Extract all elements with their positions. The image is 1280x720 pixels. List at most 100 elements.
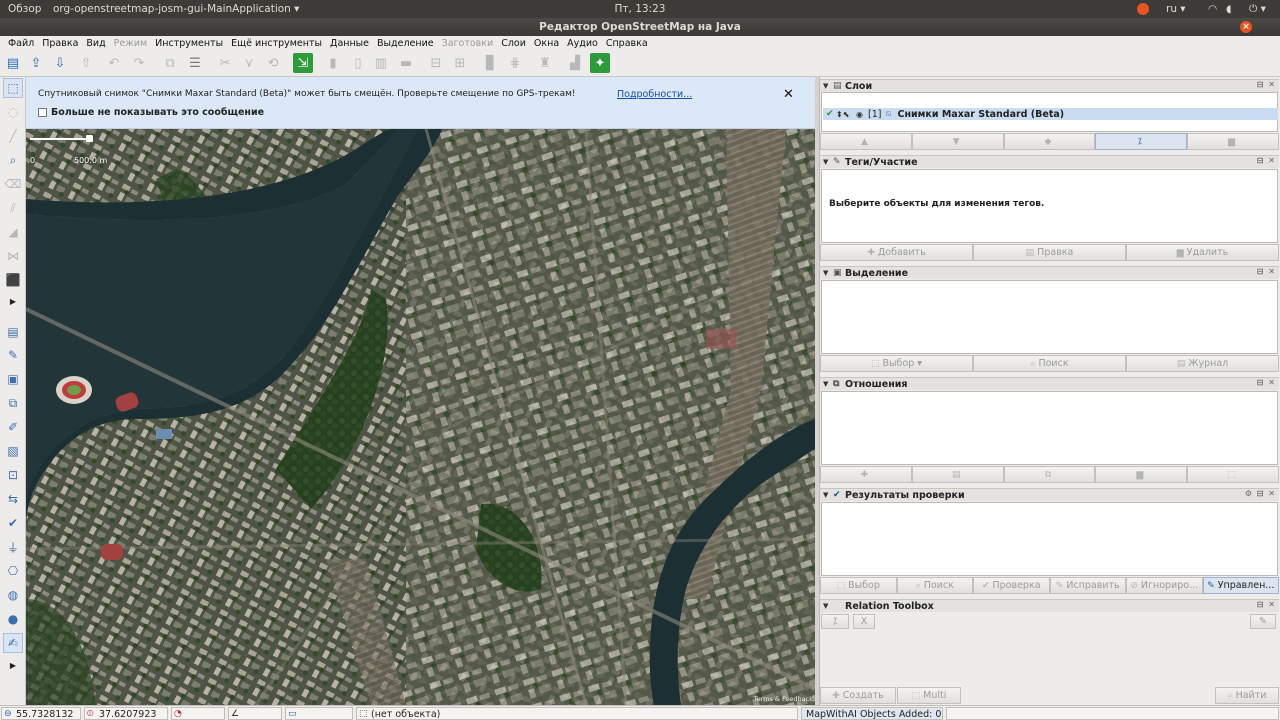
download-icon[interactable]: ⇩ (50, 53, 70, 73)
layers-button-1[interactable]: ▼ (911, 133, 1004, 150)
relation-toolbox-header[interactable]: ▼ Relation Toolbox ⊟ ✕ (820, 599, 1279, 612)
grid-icon[interactable]: ⋕ (505, 53, 525, 73)
layers-panel-header[interactable]: ▼ ▤ Слои ⊟ ✕ (820, 79, 1279, 92)
menu-item-7[interactable]: Выделение (373, 38, 438, 49)
menu-item-4[interactable]: Инструменты (151, 38, 227, 49)
reverse-way-icon[interactable]: ⟲ (263, 53, 283, 73)
volume-icon[interactable]: ◖ (1226, 0, 1232, 18)
toolbox-sort-button[interactable]: ⁒ (821, 614, 849, 629)
layer-active-icon[interactable]: ⬍⬉ (836, 110, 856, 119)
history-toggle-icon[interactable]: ✐ (3, 417, 23, 437)
validation-button-1[interactable]: ⌕ Поиск (896, 577, 973, 594)
selection-button-2[interactable]: ▤ Журнал (1126, 355, 1279, 372)
menu-item-6[interactable]: Данные (326, 38, 373, 49)
layer-opacity-icon[interactable]: ◉ (856, 110, 868, 119)
castle-icon[interactable]: ♜ (535, 53, 555, 73)
tags-button-1[interactable]: ▤ Правка (973, 244, 1126, 261)
tags-button-2[interactable]: ▆ Удалить (1126, 244, 1279, 261)
window-close-button[interactable]: × (1240, 21, 1252, 33)
selection-toggle-icon[interactable]: ▣ (3, 369, 23, 389)
panel-controls-icon[interactable]: ⊟ ✕ (1257, 378, 1276, 387)
collapse-triangle-icon[interactable]: ▼ (823, 158, 833, 166)
app-menu-button[interactable]: org-openstreetmap-josm-gui-MainApplicati… (53, 0, 299, 18)
activities-button[interactable]: Обзор (8, 0, 41, 18)
relations-list[interactable] (821, 391, 1278, 465)
menu-item-0[interactable]: Файл (4, 38, 38, 49)
layer-visible-check-icon[interactable]: ✔ (826, 109, 836, 119)
menu-item-2[interactable]: Вид (82, 38, 109, 49)
heading-field[interactable]: ◔ (171, 707, 225, 720)
checkbox-box[interactable] (38, 108, 47, 117)
gift-toggle-icon[interactable]: ⎔ (3, 561, 23, 581)
menu-item-10[interactable]: Окна (530, 38, 563, 49)
toolbox-find-button[interactable]: ⌕ Найти (1215, 687, 1279, 704)
details-link[interactable]: Подробности... (617, 89, 692, 100)
collapse-triangle-icon[interactable]: ▼ (823, 82, 833, 90)
select-tool-icon[interactable]: ⬚ (3, 78, 23, 98)
tram-icon[interactable]: ⊞ (450, 53, 470, 73)
undo-icon[interactable]: ↶ (104, 53, 124, 73)
toolbox-edit-button[interactable]: ✎ (1250, 614, 1276, 629)
validation-button-2[interactable]: ✔ Проверка (973, 577, 1050, 594)
validation-button-0[interactable]: ⬚ Выбор (820, 577, 897, 594)
validation-button-4[interactable]: ⊘ Игнориро... (1126, 577, 1203, 594)
panel-controls-icon[interactable]: ⊟ ✕ (1257, 156, 1276, 165)
draw-tool-icon[interactable]: ╱ (3, 126, 23, 146)
collapse-triangle-icon[interactable]: ▼ (823, 602, 833, 610)
open-file-icon[interactable]: ▤ (3, 53, 23, 73)
expand-tools-arrow-icon[interactable]: ▶ (3, 295, 23, 307)
chart-icon[interactable]: ▟ (565, 53, 585, 73)
toolbox-clear-button[interactable]: X (853, 614, 875, 629)
panel-controls-icon[interactable]: ⚙ ⊟ ✕ (1245, 489, 1276, 498)
zoom-slider-knob[interactable] (86, 135, 93, 142)
power-icon[interactable]: ⏻ ▾ (1249, 0, 1266, 18)
extrude-tool-icon[interactable]: ◢ (3, 222, 23, 242)
notification-close-icon[interactable]: ✕ (783, 87, 794, 102)
language-selector[interactable]: ru ▾ (1166, 0, 1186, 18)
validation-panel-header[interactable]: ▼ ✔ Результаты проверки ⚙ ⊟ ✕ (820, 488, 1279, 501)
preferences-icon[interactable]: ☰ (185, 53, 205, 73)
relations-button-0[interactable]: ✚ (820, 466, 912, 483)
lasso-tool-icon[interactable]: ◌ (3, 102, 23, 122)
clock-label[interactable]: Пт, 13:23 (615, 3, 666, 15)
conflict-toggle-icon[interactable]: ⇆ (3, 489, 23, 509)
validation-button-5[interactable]: ✎ Управлен... (1202, 577, 1279, 594)
building-tool-icon[interactable]: ⬛ (3, 270, 23, 290)
panel-controls-icon[interactable]: ⊟ ✕ (1257, 80, 1276, 89)
menu-item-1[interactable]: Правка (38, 38, 82, 49)
panel-controls-icon[interactable]: ⊟ ✕ (1257, 267, 1276, 276)
toolbox-multi-button[interactable]: ⬚ Multi (897, 687, 961, 704)
relations-button-4[interactable]: ⬚ (1187, 466, 1279, 483)
download-along-icon[interactable]: ⇲ (293, 53, 313, 73)
validation-button-3[interactable]: ✎ Исправить (1049, 577, 1126, 594)
menu-item-3[interactable]: Режим (110, 38, 151, 49)
longitude-field[interactable]: ⦶ 37.6207923 (84, 707, 168, 720)
relations-button-1[interactable]: ▤ (911, 466, 1004, 483)
imagery-attribution-link[interactable]: Terms & Feedback (754, 695, 813, 703)
menu-item-12[interactable]: Справка (602, 38, 652, 49)
parallel-tool-icon[interactable]: ⫽ (3, 198, 23, 218)
layers-button-2[interactable]: ◆ (1003, 133, 1096, 150)
align-circle-icon[interactable]: ▯ (348, 53, 368, 73)
copy-icon[interactable]: ⧉ (160, 53, 180, 73)
collapse-triangle-icon[interactable]: ▼ (823, 269, 833, 277)
orthogonalize-icon[interactable]: ▥ (371, 53, 391, 73)
bus-icon[interactable]: ⊟ (426, 53, 446, 73)
layers-toggle-icon[interactable]: ▤ (3, 322, 23, 342)
layers-button-3[interactable]: ⁒ (1095, 133, 1188, 150)
upload-icon[interactable]: ⇧ (76, 53, 96, 73)
object-info-field[interactable]: ⬚ (нет объекта) (356, 707, 798, 720)
building-icon[interactable]: ▬ (396, 53, 416, 73)
selection-button-1[interactable]: ⌕ Поиск (973, 355, 1126, 372)
layer-row[interactable]: ✔ ⬍⬉ ◉ [1] ⧅ Снимки Maxar Standard (Beta… (823, 108, 1278, 120)
angle-field[interactable]: ∠ (228, 707, 282, 720)
toolbox-toggle-icon[interactable]: ✍ (3, 633, 23, 653)
combine-way-icon[interactable]: ⋎ (239, 53, 259, 73)
tags-toggle-icon[interactable]: ✎ (3, 345, 23, 365)
redo-icon[interactable]: ↷ (129, 53, 149, 73)
globe-toggle-icon[interactable]: ◍ (3, 585, 23, 605)
menu-item-5[interactable]: Ещё инструменты (227, 38, 326, 49)
validation-toggle-icon[interactable]: ✔ (3, 513, 23, 533)
distance-field[interactable]: ▭ (285, 707, 353, 720)
collapse-triangle-icon[interactable]: ▼ (823, 380, 833, 388)
